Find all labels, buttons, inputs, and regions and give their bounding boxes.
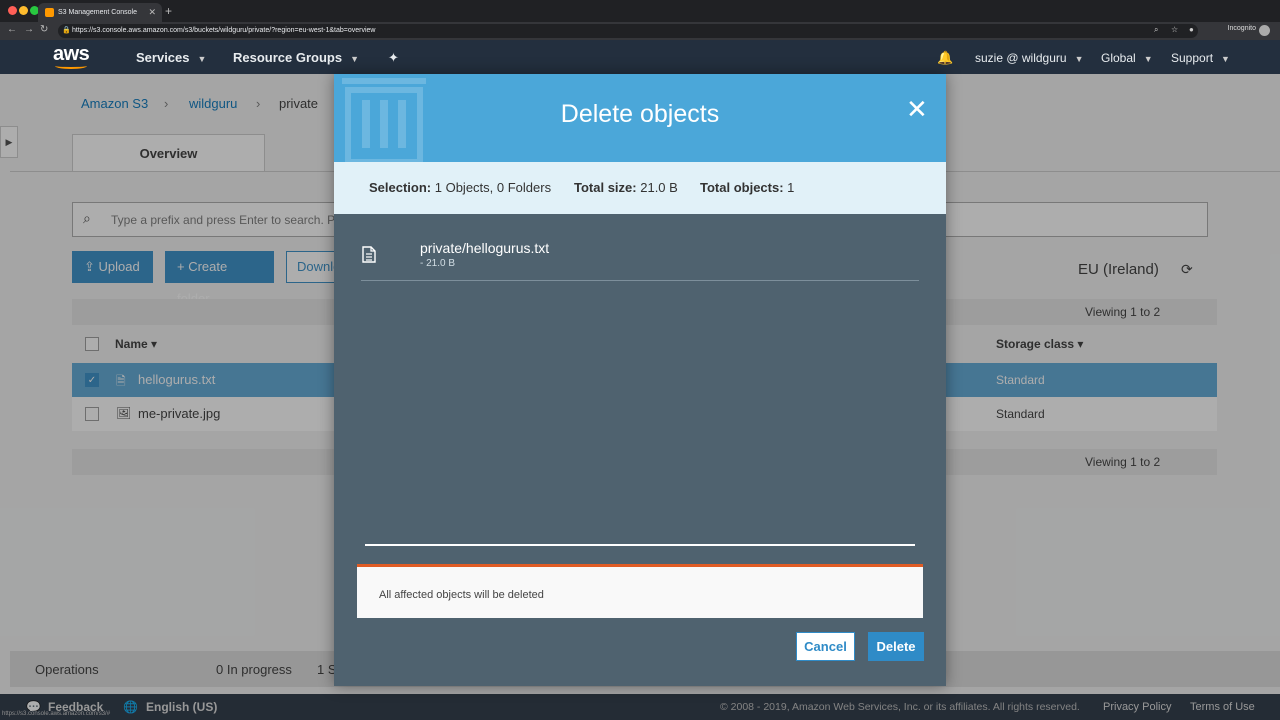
- close-icon[interactable]: ✕: [906, 96, 928, 122]
- selection-summary: Selection: 1 Objects, 0 Folders Total si…: [334, 162, 946, 214]
- delete-objects-dialog: Delete objects ✕ Selection: 1 Objects, 0…: [334, 74, 946, 686]
- total-size-item: Total size: 21.0 B: [574, 180, 678, 195]
- back-icon[interactable]: ←: [7, 24, 17, 35]
- resource-groups-label: Resource Groups: [233, 50, 343, 65]
- address-bar-url: https://s3.console.aws.amazon.com/s3/buc…: [72, 27, 376, 34]
- new-tab-icon[interactable]: +: [165, 4, 172, 18]
- incognito-label: Incognito: [1227, 25, 1256, 32]
- chevron-down-icon: ▼: [197, 54, 207, 64]
- close-window-button[interactable]: [8, 6, 17, 15]
- cancel-button[interactable]: Cancel: [796, 632, 855, 661]
- total-objects-item: Total objects: 1: [700, 180, 794, 195]
- chevron-down-icon: ▼: [350, 54, 360, 64]
- browser-tab-strip: S3 Management Console ✕ +: [0, 0, 1280, 22]
- services-menu[interactable]: Services ▼: [136, 50, 206, 65]
- aws-smile-icon: [55, 63, 87, 69]
- object-file-size: - 21.0 B: [420, 258, 456, 269]
- total-objects-label: Total objects:: [700, 180, 784, 195]
- object-row-divider: [361, 280, 919, 281]
- extension-icon[interactable]: ●: [1189, 25, 1194, 34]
- object-file-name: private/hellogurus.txt: [420, 240, 550, 256]
- bookmark-star-icon[interactable]: ☆: [1171, 25, 1178, 34]
- browser-toolbar: ← → ↻ 🔒 https://s3.console.aws.amazon.co…: [0, 22, 1280, 40]
- selection-value: 1 Objects, 0 Folders: [434, 180, 552, 195]
- chevron-down-icon: ▼: [1221, 54, 1230, 64]
- dialog-header: Delete objects ✕: [334, 74, 946, 162]
- lock-icon: 🔒: [62, 27, 71, 34]
- aws-favicon-icon: [45, 8, 54, 17]
- total-size-value: 21.0 B: [640, 180, 678, 195]
- incognito-icon[interactable]: [1259, 25, 1270, 36]
- delete-warning-box: All affected objects will be deleted: [357, 564, 923, 618]
- total-objects-value: 1: [787, 180, 795, 195]
- resource-groups-menu[interactable]: Resource Groups ▼: [233, 50, 359, 65]
- object-list-end-divider: [365, 544, 915, 546]
- support-label: Support: [1171, 51, 1214, 65]
- chevron-down-icon: ▼: [1074, 54, 1084, 64]
- user-label: suzie @ wildguru: [975, 51, 1067, 65]
- file-icon: [362, 246, 376, 263]
- dialog-title: Delete objects: [560, 100, 720, 128]
- user-menu[interactable]: suzie @ wildguru ▼: [975, 51, 1083, 65]
- zoom-icon[interactable]: ⌕: [1154, 25, 1158, 35]
- browser-tab-title: S3 Management Console: [58, 9, 137, 16]
- total-size-label: Total size:: [574, 180, 637, 195]
- delete-warning-text: All affected objects will be deleted: [379, 589, 544, 601]
- chevron-down-icon: ▼: [1143, 54, 1153, 64]
- selection-label: Selection:: [369, 180, 432, 195]
- bell-icon[interactable]: 🔔: [937, 50, 953, 66]
- pin-icon[interactable]: ✦: [388, 50, 399, 66]
- support-menu[interactable]: Support ▼: [1171, 51, 1230, 65]
- reload-icon[interactable]: ↻: [40, 24, 48, 35]
- tab-close-icon[interactable]: ✕: [148, 7, 156, 18]
- selection-summary-item: Selection: 1 Objects, 0 Folders: [369, 180, 551, 195]
- forward-icon[interactable]: →: [24, 24, 34, 35]
- minimize-window-button[interactable]: [19, 6, 28, 15]
- delete-button[interactable]: Delete: [868, 632, 924, 661]
- browser-tab[interactable]: S3 Management Console ✕: [38, 3, 162, 22]
- address-bar[interactable]: 🔒 https://s3.console.aws.amazon.com/s3/b…: [58, 24, 1198, 38]
- region-menu[interactable]: Global ▼: [1101, 51, 1153, 65]
- region-label: Global: [1101, 51, 1136, 65]
- services-label: Services: [136, 50, 190, 65]
